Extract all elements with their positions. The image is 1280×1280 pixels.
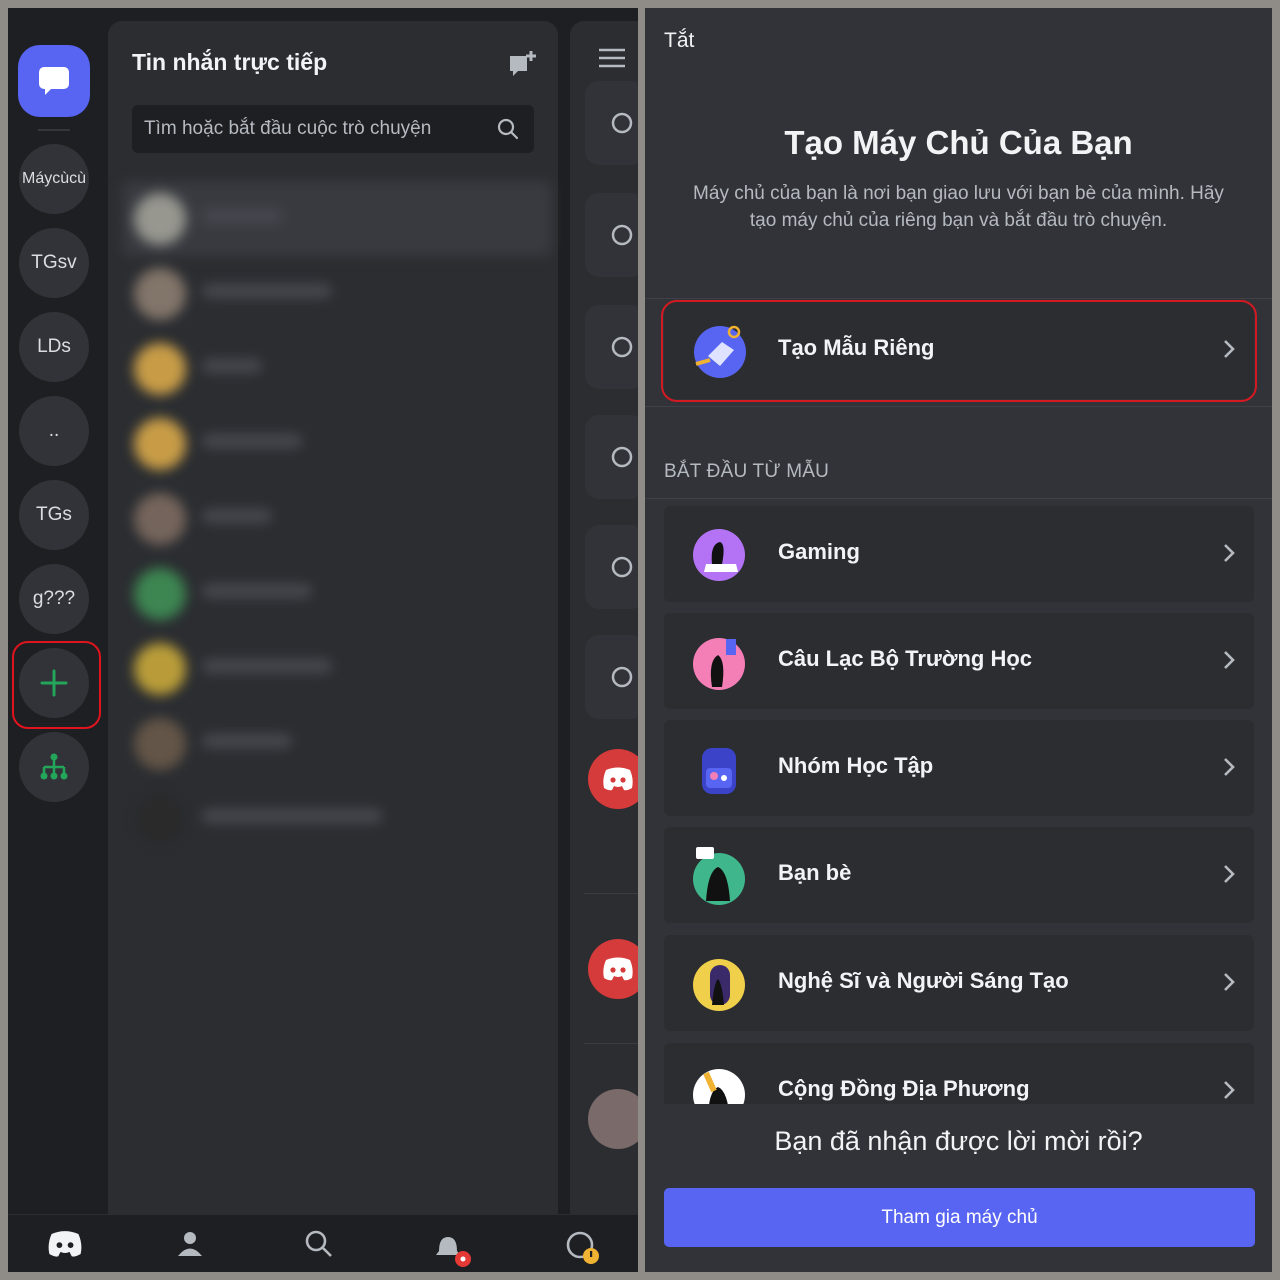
add-server-highlight (12, 641, 101, 729)
dm-row[interactable] (122, 631, 552, 706)
peek-item[interactable] (585, 305, 638, 389)
discord-avatar[interactable] (588, 749, 638, 809)
new-message-icon (510, 51, 536, 76)
artists-creators-icon (693, 959, 745, 1011)
peek-item[interactable] (585, 635, 638, 719)
friends-template-icon (693, 847, 745, 905)
invite-question: Bạn đã nhận được lời mời rồi? (774, 1126, 1143, 1156)
modal-subtitle: Máy chủ của bạn là nơi bạn giao lưu với … (693, 183, 1224, 231)
template-card-gaming[interactable]: Gaming (664, 506, 1254, 602)
chevron-right-icon (1224, 758, 1235, 776)
dm-row[interactable] (122, 781, 552, 856)
server-label: TGs (36, 504, 72, 525)
server-label: .. (48, 420, 60, 441)
discord-avatar[interactable] (588, 939, 638, 999)
you-profile-icon[interactable] (564, 1229, 604, 1269)
peek-item[interactable] (585, 415, 638, 499)
friends-icon[interactable] (174, 1229, 206, 1259)
template-label: Nhóm Học Tập (778, 753, 934, 778)
chevron-right-icon (1224, 651, 1235, 669)
strip-divider (584, 893, 638, 894)
peek-item[interactable] (585, 193, 638, 277)
search-placeholder: Tìm hoặc bắt đầu cuộc trò chuyện (144, 118, 432, 139)
server-icon-5[interactable]: g??? (19, 564, 89, 634)
dm-row[interactable] (122, 481, 552, 556)
template-label: Câu Lạc Bộ Trường Học (778, 646, 1033, 671)
dm-row[interactable] (122, 556, 552, 631)
divider (645, 298, 1272, 299)
new-dm-button[interactable] (508, 49, 538, 83)
template-section-header: BẮT ĐẦU TỪ MẪU (664, 461, 830, 482)
server-icon-2[interactable]: LDs (19, 312, 89, 382)
gaming-icon (693, 529, 745, 581)
server-rail: Máycùcù TGsv LDs .. TGs g??? (8, 8, 101, 1214)
dm-row[interactable] (122, 256, 552, 331)
search-icon (497, 118, 519, 140)
peek-item[interactable] (585, 81, 638, 165)
peek-item[interactable] (585, 525, 638, 609)
hamburger-menu-icon[interactable] (597, 47, 627, 69)
dm-row[interactable] (122, 331, 552, 406)
divider (645, 406, 1272, 407)
server-icon-0[interactable]: Máycùcù (19, 144, 89, 214)
chevron-right-icon (1224, 865, 1235, 883)
dm-row[interactable] (122, 181, 552, 256)
user-avatar[interactable] (588, 1089, 638, 1149)
discord-logo-icon (603, 957, 633, 981)
dm-search-input[interactable]: Tìm hoặc bắt đầu cuộc trò chuyện (132, 105, 534, 153)
template-label: Bạn bè (778, 860, 852, 885)
dm-title: Tin nhắn trực tiếp (132, 49, 328, 75)
study-group-icon (702, 748, 736, 794)
template-label: Nghệ Sĩ và Người Sáng Tạo (778, 968, 1069, 993)
divider (645, 498, 1272, 499)
voice-icon (611, 556, 633, 578)
dm-row[interactable] (122, 406, 552, 481)
direct-messages-button[interactable] (18, 45, 90, 117)
close-button[interactable]: Tắt (664, 29, 694, 53)
discover-servers-button[interactable] (19, 732, 89, 802)
server-label: TGsv (31, 252, 77, 273)
discord-logo-icon (603, 767, 633, 791)
voice-icon (611, 224, 633, 246)
server-label: g??? (32, 588, 76, 609)
chevron-right-icon (1224, 973, 1235, 991)
server-label: Máycùcù (21, 170, 87, 187)
rail-separator (38, 129, 70, 131)
bottom-navigation (8, 1214, 638, 1272)
discord-home-icon[interactable] (46, 1229, 84, 1259)
hierarchy-icon (40, 753, 68, 780)
create-own-highlight (661, 300, 1257, 402)
voice-icon (611, 336, 633, 358)
discord-home-panel: Máycùcù TGsv LDs .. TGs g??? Tin nhắn tr… (8, 8, 638, 1272)
voice-icon (611, 112, 633, 134)
school-club-icon (693, 638, 745, 690)
template-card-friends[interactable]: Bạn bè (664, 827, 1254, 923)
chat-bubble-icon (39, 67, 69, 95)
strip-divider (584, 1043, 638, 1044)
chevron-right-icon (1224, 1081, 1235, 1099)
channel-peek-strip (570, 21, 638, 1221)
create-server-modal: Tắt Tạo Máy Chủ Của Bạn Máy chủ của bạn … (645, 8, 1272, 1272)
dm-row[interactable] (122, 706, 552, 781)
template-label: Cộng Đồng Địa Phương (778, 1076, 1030, 1101)
chevron-right-icon (1224, 544, 1235, 562)
template-card-school-club[interactable]: Câu Lạc Bộ Trường Học (664, 613, 1254, 709)
voice-icon (611, 666, 633, 688)
notifications-bell-icon[interactable] (433, 1229, 473, 1269)
direct-messages-panel: Tin nhắn trực tiếp Tìm hoặc bắt đầu cuộc… (108, 21, 558, 1221)
screenshot-frame: Máycùcù TGsv LDs .. TGs g??? Tin nhắn tr… (0, 0, 1280, 1280)
voice-icon (611, 446, 633, 468)
search-nav-icon[interactable] (304, 1229, 334, 1259)
server-icon-1[interactable]: TGsv (19, 228, 89, 298)
template-label: Gaming (778, 539, 860, 564)
server-icon-3[interactable]: .. (19, 396, 89, 466)
dm-list (122, 181, 552, 856)
template-card-study-group[interactable]: Nhóm Học Tập (664, 720, 1254, 816)
server-label: LDs (37, 336, 71, 357)
modal-title: Tạo Máy Chủ Của Bạn (784, 124, 1133, 161)
server-icon-4[interactable]: TGs (19, 480, 89, 550)
join-server-button[interactable]: Tham gia máy chủ (664, 1188, 1255, 1247)
template-card-artists-creators[interactable]: Nghệ Sĩ và Người Sáng Tạo (664, 935, 1254, 1031)
